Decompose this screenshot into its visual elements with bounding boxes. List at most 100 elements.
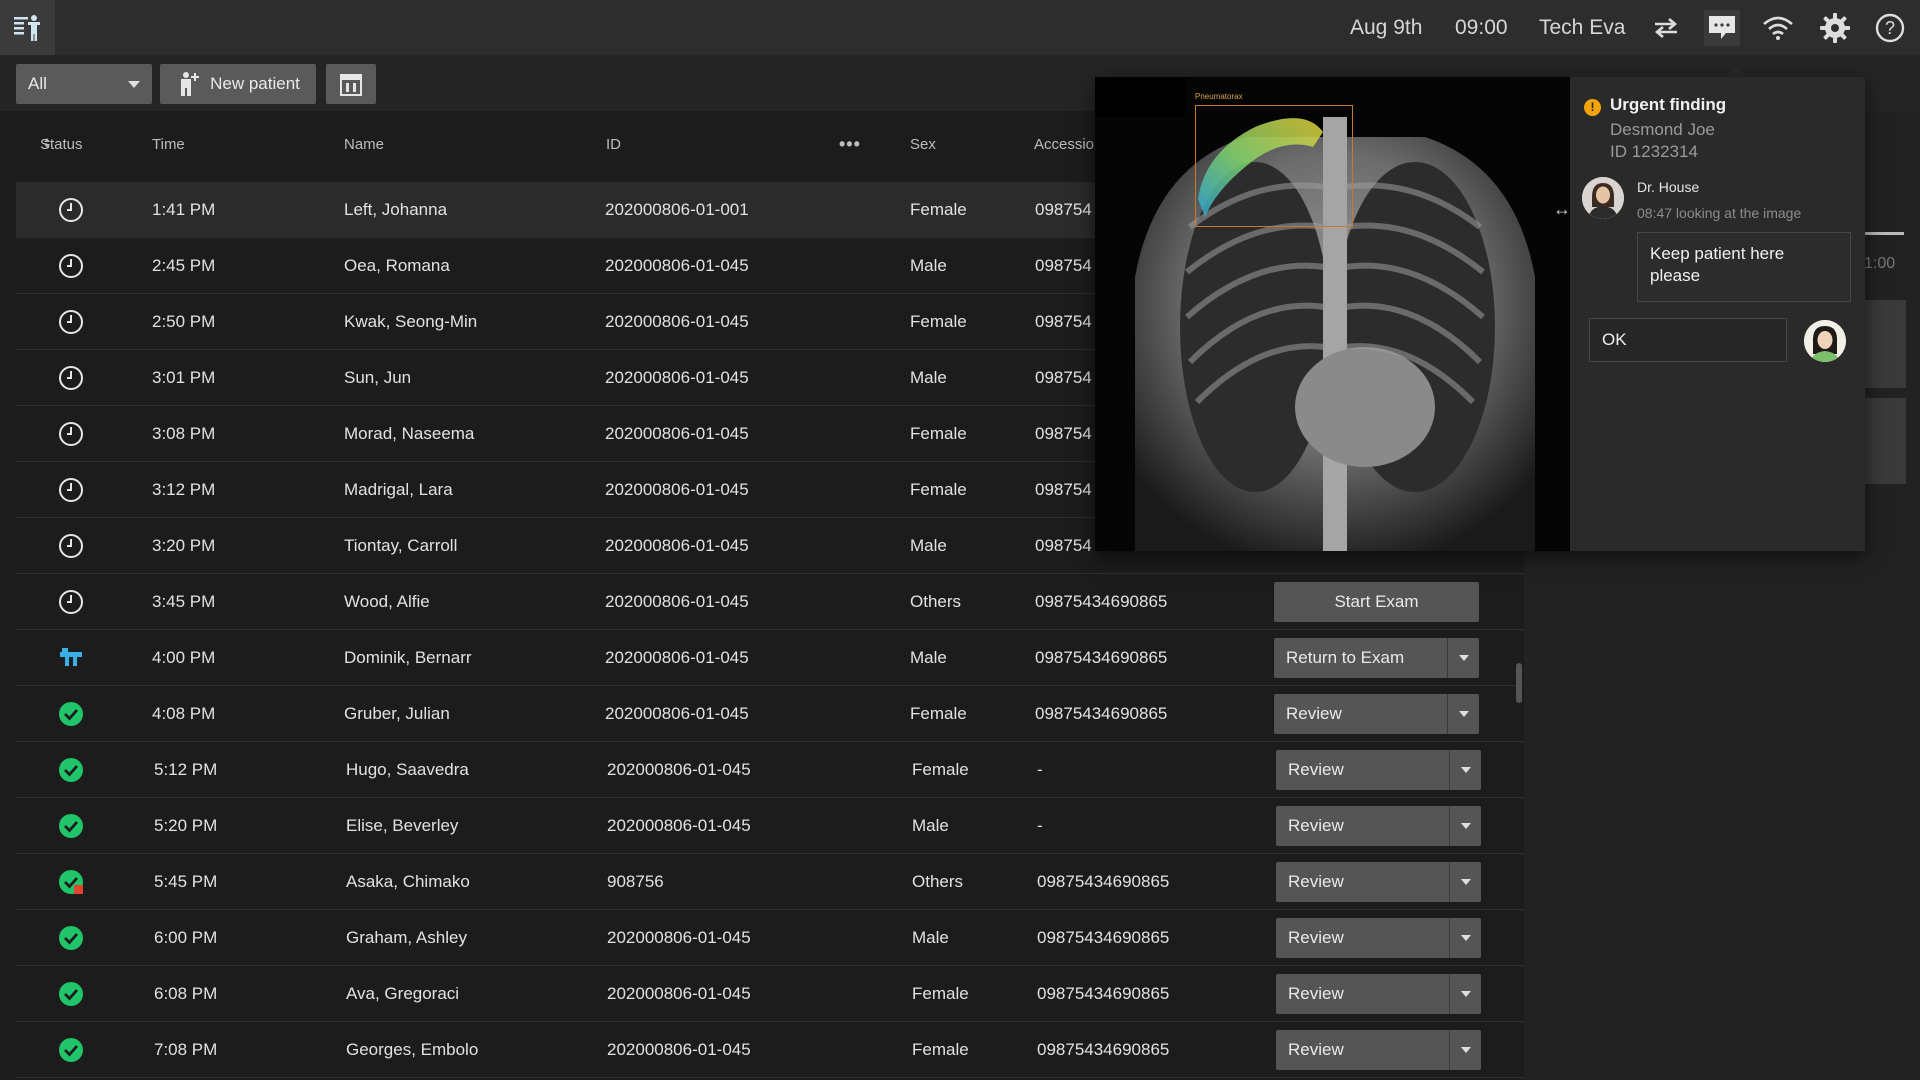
- cell-id: 202000806-01-045: [605, 536, 749, 555]
- cell-name: Georges, Embolo: [346, 1040, 479, 1059]
- clock-icon: [59, 590, 83, 614]
- table-row[interactable]: 4:00 PM Dominik, Bernarr 202000806-01-045 M…: [16, 630, 1524, 686]
- chevron-down-icon[interactable]: [1449, 974, 1481, 1014]
- review-button[interactable]: Review: [1274, 694, 1479, 734]
- cell-time: 3:45 PM: [152, 592, 216, 611]
- chevron-down-icon: [128, 81, 140, 88]
- right-panel-divider: [1864, 232, 1904, 235]
- column-header-status[interactable]: Status: [40, 136, 83, 153]
- cell-time: 5:12 PM: [154, 760, 218, 779]
- clock-icon: [59, 254, 83, 278]
- cell-sex: Male: [910, 536, 947, 555]
- cell-accession: -: [1037, 760, 1043, 779]
- cell-time: 3:08 PM: [152, 424, 216, 443]
- table-row[interactable]: 7:08 PM Georges, Embolo 202000806-01-045 Fe…: [16, 1022, 1524, 1078]
- column-header-sex[interactable]: Sex: [910, 136, 936, 153]
- add-patient-icon: [181, 72, 200, 96]
- chevron-down-icon[interactable]: [1449, 862, 1481, 902]
- chevron-down-icon[interactable]: [1449, 750, 1481, 790]
- cell-name: Wood, Alfie: [344, 592, 430, 611]
- cell-accession: 09875434690865: [1035, 704, 1168, 723]
- completed-check-icon: [59, 926, 83, 950]
- cell-time: 3:12 PM: [152, 480, 216, 499]
- cell-name: Kwak, Seong-Min: [344, 312, 478, 331]
- cell-id: 202000806-01-045: [605, 256, 749, 275]
- right-panel-card[interactable]: [1864, 300, 1906, 388]
- cell-time: 5:45 PM: [154, 872, 218, 891]
- chevron-down-icon[interactable]: [1449, 918, 1481, 958]
- column-header-id[interactable]: ID: [606, 136, 621, 153]
- cell-sex: Female: [910, 312, 967, 331]
- clock-icon: [59, 478, 83, 502]
- resize-handle-icon[interactable]: ↔: [1553, 199, 1570, 220]
- cell-name: Asaka, Chimako: [346, 872, 470, 891]
- table-row[interactable]: 4:08 PM Gruber, Julian 202000806-01-045 Fem…: [16, 686, 1524, 742]
- cell-time: 3:01 PM: [152, 368, 216, 387]
- completed-flagged-icon: [59, 870, 83, 894]
- wifi-icon[interactable]: [1760, 10, 1796, 46]
- header-time: 09:00: [1455, 16, 1508, 39]
- cell-accession: 098754: [1035, 312, 1092, 331]
- table-row[interactable]: 6:08 PM Ava, Gregoraci 202000806-01-045 Fem…: [16, 966, 1524, 1022]
- transfer-arrows-icon[interactable]: [1648, 10, 1684, 46]
- review-button[interactable]: Review: [1276, 806, 1481, 846]
- clock-icon: [59, 534, 83, 558]
- right-panel-card[interactable]: [1864, 398, 1906, 484]
- table-scrollbar[interactable]: [1516, 663, 1522, 703]
- table-row[interactable]: 6:00 PM Graham, Ashley 202000806-01-045 Mal…: [16, 910, 1524, 966]
- header-user[interactable]: Tech Eva: [1539, 0, 1625, 55]
- help-icon[interactable]: ?: [1872, 10, 1908, 46]
- patient-name: Desmond Joe: [1610, 120, 1715, 139]
- filter-value: All: [28, 74, 47, 93]
- cell-name: Ava, Gregoraci: [346, 984, 460, 1003]
- worklist-calendar-button[interactable]: [326, 64, 376, 104]
- start-exam-button[interactable]: Start Exam: [1274, 582, 1479, 622]
- cell-name: Left, Johanna: [344, 200, 448, 219]
- column-header-time[interactable]: Time: [152, 136, 185, 153]
- review-button[interactable]: Review: [1276, 1030, 1481, 1070]
- cell-accession: 098754: [1035, 480, 1092, 499]
- filter-dropdown[interactable]: All: [16, 64, 152, 104]
- action-label: Review: [1288, 928, 1344, 947]
- chevron-down-icon[interactable]: [1449, 1030, 1481, 1070]
- cell-sex: Male: [910, 256, 947, 275]
- table-row[interactable]: 5:45 PM Asaka, Chimako 908756 Others 0987543…: [16, 854, 1524, 910]
- cell-id: 202000806-01-001: [605, 200, 749, 219]
- table-row[interactable]: 5:20 PM Elise, Beverley 202000806-01-045 Ma…: [16, 798, 1524, 854]
- review-button[interactable]: Review: [1276, 750, 1481, 790]
- cell-time: 2:45 PM: [152, 256, 216, 275]
- return-to-exam-button[interactable]: Return to Exam: [1274, 638, 1479, 678]
- table-row[interactable]: 5:12 PM Hugo, Saavedra 202000806-01-045 Fem…: [16, 742, 1524, 798]
- chevron-down-icon[interactable]: [1449, 806, 1481, 846]
- completed-check-icon: [59, 758, 83, 782]
- chat-icon[interactable]: [1704, 10, 1740, 46]
- action-label: Review: [1288, 984, 1344, 1003]
- xray-image[interactable]: Pneumatorax ↔: [1095, 77, 1570, 551]
- user-avatar: [1804, 320, 1846, 362]
- review-button[interactable]: Review: [1276, 974, 1481, 1014]
- column-header-accession[interactable]: Accession: [1034, 136, 1102, 153]
- cell-time: 1:41 PM: [152, 200, 216, 219]
- cell-sex: Female: [910, 424, 967, 443]
- reply-input[interactable]: OK: [1589, 318, 1787, 362]
- warning-icon: !: [1584, 99, 1601, 116]
- cell-accession: 098754: [1035, 536, 1092, 555]
- review-button[interactable]: Review: [1276, 918, 1481, 958]
- chevron-down-icon[interactable]: [1447, 694, 1479, 734]
- menu-logo-icon[interactable]: [0, 0, 55, 55]
- settings-gear-icon[interactable]: [1817, 10, 1853, 46]
- cell-time: 4:08 PM: [152, 704, 216, 723]
- column-header-name[interactable]: Name: [344, 136, 384, 153]
- chevron-down-icon[interactable]: [1447, 638, 1479, 678]
- new-patient-button[interactable]: New patient: [160, 64, 316, 104]
- column-more-menu[interactable]: •••: [839, 134, 861, 155]
- table-row[interactable]: 3:45 PM Wood, Alfie 202000806-01-045 Others…: [16, 574, 1524, 630]
- cell-accession: 09875434690865: [1035, 648, 1168, 667]
- cell-name: Oea, Romana: [344, 256, 450, 275]
- cell-time: 5:20 PM: [154, 816, 218, 835]
- cell-name: Gruber, Julian: [344, 704, 450, 723]
- review-button[interactable]: Review: [1276, 862, 1481, 902]
- clock-icon: [59, 422, 83, 446]
- cell-accession: 098754: [1035, 368, 1092, 387]
- urgent-finding-title: Urgent finding: [1610, 95, 1727, 114]
